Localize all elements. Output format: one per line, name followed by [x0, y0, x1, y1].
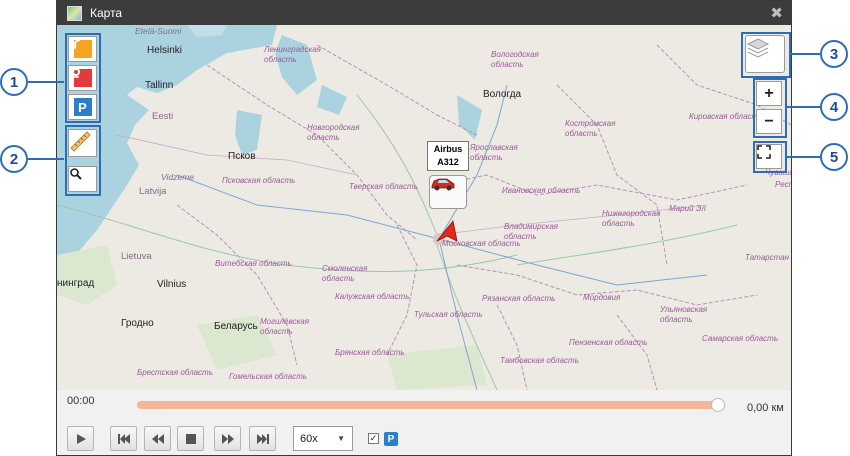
region-label: Тамбовская область	[500, 356, 579, 365]
city-label: Helsinki	[147, 45, 183, 56]
region-label: Пензенская область	[569, 338, 648, 347]
window-titlebar[interactable]: Карта ✖	[57, 1, 791, 25]
callout-2: 2	[0, 145, 28, 173]
callout-line-4	[786, 106, 820, 108]
country-label: Latvija	[139, 186, 167, 197]
city-label: Гродно	[121, 318, 154, 329]
skip-to-end-button[interactable]	[249, 426, 276, 451]
distance-readout: 0,00 км	[747, 402, 784, 414]
callout-4: 4	[820, 93, 848, 121]
region-label: Самарская область	[702, 334, 779, 343]
region-label: Смоленская область	[322, 264, 368, 283]
region-label: Брянская область	[335, 348, 405, 357]
city-label: Псков	[228, 151, 256, 162]
window-title: Карта	[90, 6, 123, 20]
fast-forward-button[interactable]	[214, 426, 241, 451]
region-label: Калужская область	[335, 292, 410, 301]
skip-end-icon	[256, 433, 269, 444]
search-button[interactable]	[68, 166, 97, 192]
parking-button[interactable]: P	[68, 94, 97, 120]
speed-select[interactable]: 60x ▼	[293, 426, 353, 451]
region-label: Мордовия	[583, 293, 621, 302]
map-window: Карта ✖ Helsinki Tallinn Псков Вологда V…	[56, 0, 792, 456]
callout-3: 3	[820, 40, 848, 68]
callout-line-3	[790, 53, 820, 55]
skip-start-icon	[117, 433, 130, 444]
progress-handle[interactable]	[711, 398, 725, 412]
play-button[interactable]	[67, 426, 94, 451]
region-label: Тверская область	[349, 182, 418, 191]
parking-checkbox[interactable]: ✓	[368, 433, 379, 444]
city-label: Vilnius	[157, 279, 187, 290]
fullscreen-button[interactable]	[756, 144, 782, 169]
map-canvas[interactable]: Helsinki Tallinn Псков Вологда Vilnius Г…	[57, 25, 791, 390]
vehicle-direction-arrow-icon	[436, 220, 458, 242]
skip-to-start-button[interactable]	[110, 426, 137, 451]
fast-forward-icon	[221, 433, 234, 444]
time-start: 00:00	[67, 395, 95, 407]
zoom-out-button[interactable]: −	[756, 109, 782, 134]
zoom-in-button[interactable]: +	[756, 81, 782, 106]
point-of-interest-icon	[72, 68, 92, 87]
stop-icon	[185, 433, 196, 444]
region-label: Кировская область	[689, 112, 763, 121]
region-label: Псковская область	[222, 176, 296, 185]
region-label: Ленинградская область	[264, 45, 321, 64]
city-label: нинград	[57, 278, 95, 289]
region-label: Республика	[775, 180, 791, 189]
layers-button[interactable]	[745, 35, 785, 73]
vehicle-label-line1: Airbus	[433, 144, 463, 154]
play-icon	[76, 433, 86, 444]
region-label: Ярославская область	[470, 143, 518, 162]
country-label: Eesti	[152, 111, 174, 122]
region-label: Нижегородская область	[602, 209, 661, 228]
progress-track[interactable]	[137, 401, 720, 409]
vehicle-car-icon[interactable]	[429, 175, 467, 209]
region-label: Ивановская область	[502, 186, 581, 195]
callout-line-2	[28, 158, 64, 160]
region-label: Брестская область	[137, 368, 213, 377]
region-label: Татарстан	[745, 253, 790, 262]
poi-button[interactable]	[68, 65, 97, 91]
callout-line-5	[786, 156, 820, 158]
city-label: Tallinn	[145, 80, 174, 91]
region-label: Вологодская область	[491, 50, 539, 69]
parking-badge: P	[384, 432, 398, 446]
country-label: Etelä-Suomi	[135, 26, 182, 36]
parking-icon: P	[73, 98, 92, 116]
callout-line-1	[28, 81, 64, 83]
map-app-icon	[67, 5, 82, 21]
route-button[interactable]	[68, 36, 97, 62]
stop-button[interactable]	[177, 426, 204, 451]
vehicle-label-line2: A312	[437, 157, 459, 167]
rewind-icon	[151, 433, 164, 444]
region-label: Костромская область	[565, 119, 616, 138]
chevron-down-icon: ▼	[337, 434, 345, 443]
region-label: Ульяновская область	[660, 305, 708, 324]
city-label: Беларусь	[214, 321, 258, 332]
region-label: Рязанская область	[482, 294, 556, 303]
callout-5: 5	[820, 143, 848, 171]
region-label: Новгородская область	[307, 123, 360, 142]
speed-value: 60x	[300, 432, 318, 445]
country-label: Vidzeme	[161, 172, 194, 182]
region-label: Марий Эл	[669, 204, 706, 213]
country-label: Lietuva	[121, 251, 152, 262]
rewind-button[interactable]	[144, 426, 171, 451]
vehicle-label: Airbus A312	[427, 141, 469, 171]
playback-panel: 00:00 0,00 км 60x ▼ ✓ P	[57, 390, 791, 455]
close-icon[interactable]: ✖	[770, 4, 783, 22]
region-label: Витебская область	[215, 259, 292, 268]
region-label: Гомельская область	[229, 372, 308, 381]
city-label: Вологда	[483, 89, 522, 100]
region-label: Могилёвская область	[260, 317, 309, 336]
callout-1: 1	[0, 68, 28, 96]
ruler-button[interactable]	[68, 129, 97, 157]
region-label: Тульская область	[414, 310, 483, 319]
route-icon	[71, 38, 92, 58]
